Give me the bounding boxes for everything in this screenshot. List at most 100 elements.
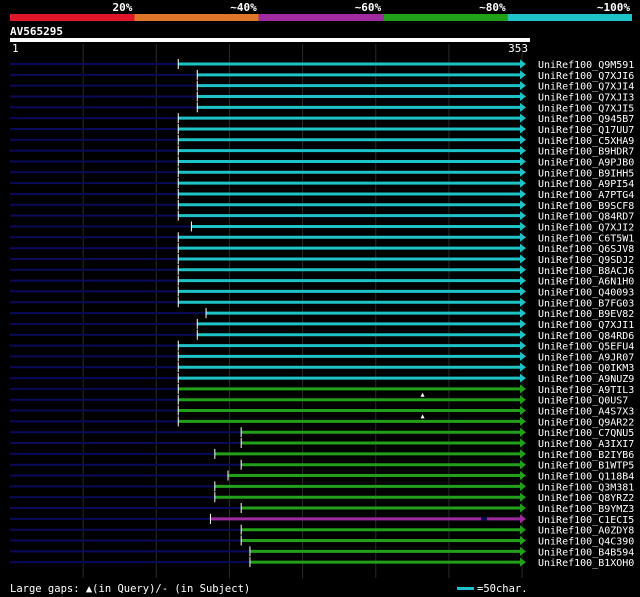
hit-label[interactable]: UniRef100_B8ACJ6 [538, 266, 634, 277]
hit-row[interactable]: UniRef100_Q118B4 [10, 470, 634, 483]
hit-row[interactable]: UniRef100_Q7XJI6 [10, 69, 634, 82]
hit-row[interactable]: UniRef100_Q3M381 [10, 481, 634, 493]
hit-row[interactable]: UniRef100_C6T5W1 [10, 232, 634, 244]
hit-label[interactable]: UniRef100_B9HDR7 [538, 147, 634, 158]
hit-row[interactable]: UniRef100_Q9M591 [10, 59, 634, 71]
hit-row[interactable]: UniRef100_Q6SJV8 [10, 243, 634, 255]
hit-label[interactable]: UniRef100_A7PTG4 [538, 190, 634, 201]
hit-label[interactable]: UniRef100_Q7XJI3 [538, 92, 634, 103]
hit-label[interactable]: UniRef100_A9NUZ9 [538, 374, 634, 385]
hit-row[interactable]: UniRef100_Q8YRZ2 [10, 492, 634, 504]
hit-label[interactable]: UniRef100_Q7XJI6 [538, 71, 634, 82]
hit-row[interactable]: UniRef100_Q84RD6 [10, 329, 634, 342]
hit-label[interactable]: UniRef100_Q40093 [538, 287, 634, 298]
hit-row[interactable]: UniRef100_Q4C390 [10, 535, 634, 548]
hit-label[interactable]: UniRef100_A9PI54 [538, 179, 634, 190]
hit-label[interactable]: UniRef100_Q9M591 [538, 60, 634, 71]
hit-row[interactable]: UniRef100_B9SCF8 [10, 199, 634, 212]
hit-label[interactable]: UniRef100_A9TIL3 [538, 385, 634, 396]
hit-label[interactable]: UniRef100_A9JR07 [538, 352, 634, 363]
hit-row[interactable]: UniRef100_B8ACJ6 [10, 264, 634, 277]
hit-label[interactable]: UniRef100_A0ZDY8 [538, 526, 634, 537]
hit-label[interactable]: UniRef100_A4S7X3 [538, 407, 634, 418]
hit-row[interactable]: UniRef100_Q7XJI3 [10, 91, 634, 103]
hit-row[interactable]: UniRef100_Q7XJI1 [10, 318, 634, 331]
hit-label[interactable]: UniRef100_Q7XJI4 [538, 82, 634, 93]
hit-row[interactable]: UniRef100_A0ZDY8 [10, 524, 634, 537]
hit-label[interactable]: UniRef100_Q84RD7 [538, 212, 634, 223]
hit-row[interactable]: UniRef100_B2IYB6 [10, 448, 634, 461]
hit-row[interactable]: UniRef100_Q0US7 [10, 392, 628, 407]
hit-row[interactable]: UniRef100_A9PJB0 [10, 156, 634, 168]
hit-row[interactable]: UniRef100_Q84RD7 [10, 210, 634, 223]
hit-label[interactable]: UniRef100_Q7XJI2 [538, 222, 634, 233]
hit-label[interactable]: UniRef100_Q5EFU4 [538, 342, 634, 353]
hit-label[interactable]: UniRef100_Q8YRZ2 [538, 493, 634, 504]
hit-row[interactable]: UniRef100_B9HDR7 [10, 145, 634, 158]
hit-row[interactable]: UniRef100_A7PTG4 [10, 188, 634, 201]
hit-label[interactable]: UniRef100_Q4C390 [538, 537, 634, 548]
hit-row[interactable]: UniRef100_Q7XJI2 [10, 221, 634, 233]
hit-label[interactable]: UniRef100_Q7XJI1 [538, 320, 634, 331]
hit-label[interactable]: UniRef100_B9IHH5 [538, 168, 634, 179]
hit-row[interactable]: UniRef100_C5XHA9 [10, 134, 634, 147]
hit-row[interactable]: UniRef100_A9NUZ9 [10, 373, 634, 385]
hit-row[interactable]: UniRef100_B1XOH0 [10, 557, 634, 569]
hit-row[interactable]: UniRef100_B9EV82 [10, 308, 634, 320]
hit-arrow [520, 286, 526, 296]
hit-label[interactable]: UniRef100_Q9SDJ2 [538, 255, 634, 266]
hit-row[interactable]: UniRef100_Q945B7 [10, 113, 634, 125]
hit-row[interactable]: UniRef100_A3IXI7 [10, 438, 634, 450]
hit-row[interactable]: UniRef100_Q9AR22 [10, 414, 634, 428]
hit-label[interactable]: UniRef100_Q0IKM3 [538, 363, 634, 374]
hit-row[interactable]: UniRef100_B9IHH5 [10, 167, 634, 179]
hit-label[interactable]: UniRef100_Q17UU7 [538, 125, 634, 136]
hit-label[interactable]: UniRef100_B1WTP5 [538, 461, 634, 472]
hit-row[interactable]: UniRef100_Q0IKM3 [10, 362, 634, 374]
hit-arrow [520, 449, 526, 459]
hit-label[interactable]: UniRef100_Q9AR22 [538, 417, 634, 428]
hit-row[interactable]: UniRef100_A9TIL3 [10, 383, 634, 396]
hit-label[interactable]: UniRef100_C7QNU5 [538, 428, 634, 439]
hit-label[interactable]: UniRef100_A3IXI7 [538, 439, 634, 450]
hit-row[interactable]: UniRef100_Q9SDJ2 [10, 253, 634, 266]
hit-label[interactable]: UniRef100_B1XOH0 [538, 558, 634, 569]
hit-label[interactable]: UniRef100_B9YMZ3 [538, 504, 634, 515]
hit-label[interactable]: UniRef100_A6N1H0 [538, 277, 634, 288]
hit-label[interactable]: UniRef100_Q118B4 [538, 472, 634, 483]
hit-label[interactable]: UniRef100_Q7XJI5 [538, 103, 634, 114]
hit-label[interactable]: UniRef100_Q3M381 [538, 482, 634, 493]
hit-arrow [520, 460, 526, 470]
hit-label[interactable]: UniRef100_C5XHA9 [538, 136, 634, 147]
hit-row[interactable]: UniRef100_B1WTP5 [10, 459, 634, 472]
hit-row[interactable]: UniRef100_Q40093 [10, 286, 634, 298]
hit-label[interactable]: UniRef100_C1ECI5 [538, 515, 634, 526]
hit-label[interactable]: UniRef100_C6T5W1 [538, 233, 634, 244]
hit-arrow [520, 406, 526, 416]
hit-label[interactable]: UniRef100_Q6SJV8 [538, 244, 634, 255]
hit-row[interactable]: UniRef100_Q7XJI4 [10, 80, 634, 93]
hit-row[interactable]: UniRef100_C1ECI5 [10, 513, 634, 526]
hit-arrow [520, 438, 526, 448]
hit-label[interactable]: UniRef100_Q0US7 [538, 396, 628, 407]
hit-row[interactable]: UniRef100_Q17UU7 [10, 123, 634, 136]
hit-row[interactable]: UniRef100_Q7XJI5 [10, 102, 634, 114]
hit-row[interactable]: UniRef100_B9YMZ3 [10, 503, 634, 515]
hit-label[interactable]: UniRef100_Q84RD6 [538, 331, 634, 342]
hit-label[interactable]: UniRef100_B4B594 [538, 547, 634, 558]
hit-row[interactable]: UniRef100_A9JR07 [10, 351, 634, 363]
hit-label[interactable]: UniRef100_Q945B7 [538, 114, 634, 125]
hit-arrow [520, 70, 526, 80]
hit-row[interactable]: UniRef100_A9PI54 [10, 178, 634, 190]
hit-row[interactable]: UniRef100_A6N1H0 [10, 275, 634, 288]
hit-label[interactable]: UniRef100_A9PJB0 [538, 157, 634, 168]
hit-label[interactable]: UniRef100_B2IYB6 [538, 450, 634, 461]
hit-row[interactable]: UniRef100_Q5EFU4 [10, 340, 634, 353]
hit-row[interactable]: UniRef100_C7QNU5 [10, 427, 634, 439]
hit-label[interactable]: UniRef100_B9EV82 [538, 309, 634, 320]
hit-row[interactable]: UniRef100_A4S7X3 [10, 405, 634, 418]
hit-label[interactable]: UniRef100_B7FG03 [538, 298, 634, 309]
hit-row[interactable]: UniRef100_B7FG03 [10, 297, 634, 309]
hit-label[interactable]: UniRef100_B9SCF8 [538, 201, 634, 212]
hit-row[interactable]: UniRef100_B4B594 [10, 546, 634, 558]
